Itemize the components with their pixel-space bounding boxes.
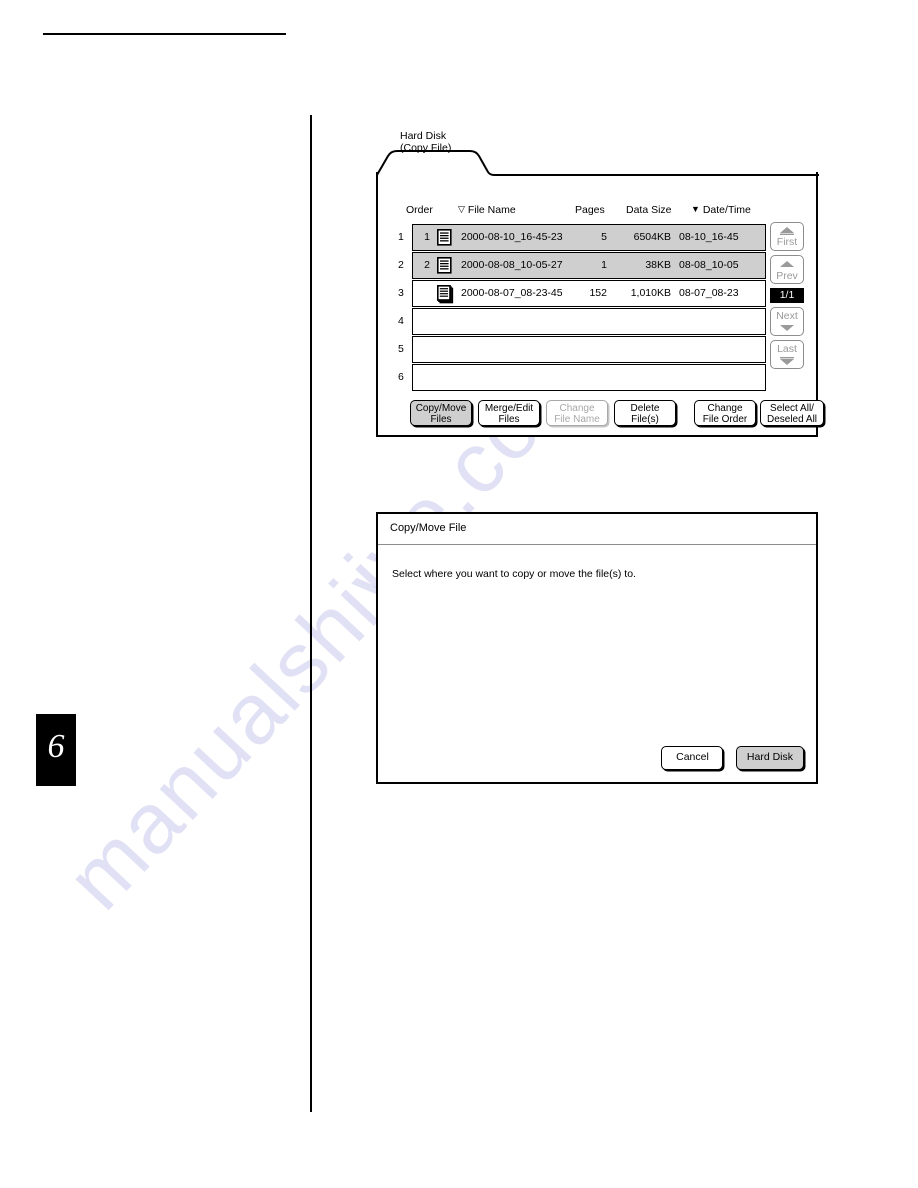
down-arrow-icon xyxy=(771,324,803,334)
row-index: 2 xyxy=(398,259,404,271)
first-page-button[interactable]: First xyxy=(770,222,804,251)
document-icon xyxy=(437,257,453,274)
table-row[interactable]: 5 xyxy=(398,336,766,363)
row-file-name: 2000-08-07_08-23-45 xyxy=(461,287,563,299)
row-data-size: 38KB xyxy=(645,259,671,271)
column-header-date-time-label: Date/Time xyxy=(702,204,751,216)
select-all-label-1: Select All/ xyxy=(770,403,814,414)
double-down-arrow-icon xyxy=(771,357,803,368)
row-content[interactable] xyxy=(412,364,766,391)
merge-edit-files-label-1: Merge/Edit xyxy=(484,403,534,414)
select-all-label-2: Deseled All xyxy=(766,414,818,425)
screen-tab-label-line2: (Copy File) xyxy=(400,141,452,154)
delete-files-label-1: Delete xyxy=(630,403,660,414)
change-file-order-label-1: Change xyxy=(707,403,743,414)
dialog-action-buttons: Cancel Hard Disk xyxy=(653,746,804,770)
merge-edit-files-label-2: Files xyxy=(498,414,520,425)
hard-disk-screen: Hard Disk (Copy File) Order ▽ File Name … xyxy=(376,130,824,437)
row-pages: 5 xyxy=(601,231,607,243)
change-file-name-label-2: File Name xyxy=(554,414,600,425)
table-row[interactable]: 3 2000-08-07_08-23-45 152 1,010KB 08-07_… xyxy=(398,280,766,307)
sort-descending-icon: ▼ xyxy=(691,204,700,214)
delete-files-button[interactable]: Delete File(s) xyxy=(614,400,676,426)
select-all-deselect-all-button[interactable]: Select All/ Deseled All xyxy=(760,400,824,426)
copy-move-files-label-2: Files xyxy=(430,414,452,425)
hard-disk-button[interactable]: Hard Disk xyxy=(735,746,804,770)
row-index: 5 xyxy=(398,343,404,355)
row-content[interactable]: 2000-08-07_08-23-45 152 1,010KB 08-07_08… xyxy=(412,280,766,307)
row-content[interactable] xyxy=(412,336,766,363)
document-icon xyxy=(437,229,453,246)
column-header-file-name-label: File Name xyxy=(467,204,516,216)
row-pages: 1 xyxy=(601,259,607,271)
file-list-column-headers: Order ▽ File Name Pages Data Size ▼ Date… xyxy=(378,204,816,220)
column-header-order: Order xyxy=(406,204,433,216)
next-page-label: Next xyxy=(776,310,798,322)
change-file-order-button[interactable]: Change File Order xyxy=(694,400,756,426)
sort-ascending-icon: ▽ xyxy=(458,204,465,214)
prev-page-button[interactable]: Prev xyxy=(770,255,804,284)
row-order-number: 2 xyxy=(424,259,430,271)
row-order-number xyxy=(419,281,435,306)
table-row[interactable]: 4 xyxy=(398,308,766,335)
column-header-file-name[interactable]: ▽ File Name xyxy=(458,204,516,216)
row-index: 3 xyxy=(398,287,404,299)
pagination-controls: First Prev 1/1 Next Last xyxy=(770,222,808,373)
chapter-number: 6 xyxy=(47,728,65,765)
row-file-name: 2000-08-08_10-05-27 xyxy=(461,259,563,271)
row-order-number: 1 xyxy=(424,231,430,243)
row-date-time: 08-08_10-05 xyxy=(679,259,739,271)
row-content[interactable] xyxy=(412,308,766,335)
margin-rule xyxy=(310,115,312,1112)
merge-edit-files-button[interactable]: Merge/Edit Files xyxy=(478,400,540,426)
copy-move-file-dialog: Copy/Move File Select where you want to … xyxy=(376,512,818,784)
row-content[interactable]: 1 2000-08-10_16-45-23 5 6504KB 08-10_16-… xyxy=(412,224,766,251)
change-file-order-label-2: File Order xyxy=(702,414,748,425)
last-page-label: Last xyxy=(777,343,797,355)
row-index: 6 xyxy=(398,371,404,383)
screen-tab-label-line1: Hard Disk xyxy=(400,130,447,142)
chapter-tab: 6 xyxy=(36,714,76,786)
next-page-button[interactable]: Next xyxy=(770,307,804,336)
prev-page-label: Prev xyxy=(776,270,798,282)
last-page-button[interactable]: Last xyxy=(770,340,804,369)
file-action-buttons: Copy/Move Files Merge/Edit Files Change … xyxy=(410,400,824,426)
column-header-date-time[interactable]: ▼ Date/Time xyxy=(691,204,751,216)
table-row[interactable]: 1 1 2000-08-10_16-45-23 5 6504KB 08-10_1… xyxy=(398,224,766,251)
copy-move-files-label-1: Copy/Move xyxy=(415,403,467,414)
document-stack-icon xyxy=(437,285,454,304)
column-header-data-size: Data Size xyxy=(626,204,672,216)
dialog-message: Select where you want to copy or move th… xyxy=(392,568,636,580)
row-index: 1 xyxy=(398,231,404,243)
row-date-time: 08-10_16-45 xyxy=(679,231,739,243)
first-page-label: First xyxy=(776,236,798,248)
row-content[interactable]: 2 2000-08-08_10-05-27 1 38KB 08-08_10-05 xyxy=(412,252,766,279)
change-file-name-button[interactable]: Change File Name xyxy=(546,400,608,426)
row-data-size: 1,010KB xyxy=(630,287,671,299)
table-row[interactable]: 6 xyxy=(398,364,766,391)
row-data-size: 6504KB xyxy=(633,231,671,243)
screen-tab-strip: Hard Disk (Copy File) xyxy=(376,130,820,176)
dialog-title: Copy/Move File xyxy=(378,514,816,545)
change-file-name-label-1: Change xyxy=(559,403,595,414)
row-date-time: 08-07_08-23 xyxy=(679,287,739,299)
row-file-name: 2000-08-10_16-45-23 xyxy=(461,231,563,243)
column-header-pages: Pages xyxy=(575,204,605,216)
screen-tab-label[interactable]: Hard Disk (Copy File) xyxy=(400,130,452,154)
delete-files-label-2: File(s) xyxy=(631,414,659,425)
row-index: 4 xyxy=(398,315,404,327)
cancel-button[interactable]: Cancel xyxy=(661,746,724,770)
table-row[interactable]: 2 2 2000-08-08_10-05-27 1 38KB 08-08_10-… xyxy=(398,252,766,279)
header-rule xyxy=(43,33,286,35)
file-list: 1 1 2000-08-10_16-45-23 5 6504KB 08-10_1… xyxy=(398,224,766,392)
row-pages: 152 xyxy=(589,287,607,299)
copy-move-files-button[interactable]: Copy/Move Files xyxy=(410,400,472,426)
up-arrow-icon xyxy=(771,260,803,270)
page-count-indicator: 1/1 xyxy=(770,288,804,303)
